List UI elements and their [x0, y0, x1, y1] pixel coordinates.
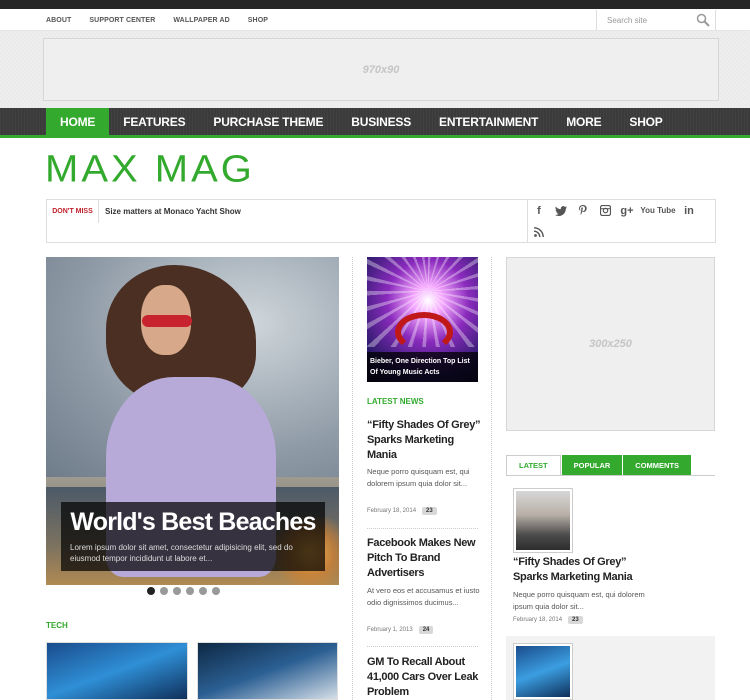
news-excerpt: At vero eos et accusamus et iusto odio d…: [367, 586, 480, 607]
featured-music-image[interactable]: Bieber, One Direction Top List Of Young …: [367, 257, 478, 382]
slider-excerpt: Lorem ipsum dolor sit amet, consectetur …: [70, 543, 293, 563]
tabs-underline: [506, 475, 715, 476]
section-label-latest-news[interactable]: LATEST NEWS: [367, 397, 424, 406]
nav-more[interactable]: MORE: [552, 108, 615, 135]
slider-caption[interactable]: World's Best Beaches Lorem ipsum dolor s…: [61, 502, 325, 571]
dont-miss-bar: DON'T MISS Size matters at Monaco Yacht …: [46, 199, 716, 243]
nav-purchase-theme[interactable]: PURCHASE THEME: [199, 108, 337, 135]
twitter-icon[interactable]: [550, 200, 572, 221]
slider-title[interactable]: World's Best Beaches: [61, 508, 325, 537]
top-links: ABOUT SUPPORT CENTER WALLPAPER AD SHOP: [46, 9, 286, 31]
dont-miss-headline[interactable]: Size matters at Monaco Yacht Show: [105, 207, 241, 216]
section-label-tech[interactable]: TECH: [46, 621, 68, 630]
slider-dot[interactable]: [160, 587, 168, 595]
dont-miss-label: DON'T MISS: [47, 200, 99, 223]
googleplus-icon[interactable]: g+: [616, 200, 638, 221]
sidebar-post-thumbnail[interactable]: [513, 488, 573, 553]
top-link-shop[interactable]: SHOP: [248, 17, 268, 24]
leaderboard-ad-label: 970x90: [362, 63, 400, 76]
top-strip: [0, 0, 750, 9]
tab-comments[interactable]: COMMENTS: [623, 455, 692, 475]
sidebar-post-excerpt: Neque porro quisquam est, qui dolorem ip…: [513, 590, 645, 611]
slider-pagination: [147, 587, 220, 595]
sidebar-tabs: LATEST POPULAR COMMENTS: [506, 455, 692, 475]
sidebar-ad[interactable]: 300x250: [506, 257, 715, 431]
comment-count-badge[interactable]: 23: [422, 507, 437, 515]
youtube-icon[interactable]: You Tube: [638, 200, 678, 221]
search-input[interactable]: [607, 15, 703, 25]
comment-count-badge[interactable]: 24: [418, 626, 434, 634]
news-separator: [367, 646, 478, 647]
tech-thumbnail[interactable]: [46, 642, 188, 700]
news-meta: February 1, 2013 24: [367, 626, 434, 634]
headphones-image: [395, 312, 453, 352]
top-link-about[interactable]: ABOUT: [46, 17, 71, 24]
sidebar-post-meta: February 18, 2014 23: [513, 616, 583, 624]
slider-dot[interactable]: [199, 587, 207, 595]
sidebar-ad-label: 300x250: [589, 338, 632, 350]
facebook-icon[interactable]: f: [528, 200, 550, 221]
news-date: February 1, 2013: [367, 627, 413, 633]
search-icon[interactable]: [696, 13, 710, 27]
linkedin-icon[interactable]: in: [678, 200, 700, 221]
tab-latest[interactable]: LATEST: [506, 455, 561, 475]
site-logo[interactable]: MAX MAG: [45, 148, 255, 191]
nav-shop[interactable]: SHOP: [615, 108, 676, 135]
news-title[interactable]: Facebook Makes New Pitch To Brand Advert…: [367, 536, 482, 581]
leaderboard-ad[interactable]: 970x90: [43, 38, 719, 101]
nav-entertainment[interactable]: ENTERTAINMENT: [425, 108, 552, 135]
social-icons: f g+ You Tube in: [527, 200, 715, 242]
news-separator: [367, 528, 478, 529]
news-title[interactable]: GM To Recall About 41,000 Cars Over Leak…: [367, 655, 482, 700]
sidebar-post-thumbnail[interactable]: [513, 643, 573, 700]
nav-business[interactable]: BUSINESS: [337, 108, 425, 135]
nav-accent-line: [0, 135, 750, 138]
search-box: [596, 10, 716, 30]
main-nav: HOME FEATURES PURCHASE THEME BUSINESS EN…: [46, 108, 677, 135]
column-divider: [352, 257, 353, 700]
top-links-bar: ABOUT SUPPORT CENTER WALLPAPER AD SHOP: [0, 9, 750, 31]
comment-count-badge[interactable]: 23: [568, 616, 583, 624]
news-title[interactable]: “Fifty Shades Of Grey” Sparks Marketing …: [367, 418, 482, 463]
top-link-support-center[interactable]: SUPPORT CENTER: [89, 17, 155, 24]
slider-dot[interactable]: [147, 587, 155, 595]
sidebar-post-title[interactable]: “Fifty Shades Of Grey” Sparks Marketing …: [513, 555, 653, 585]
slider-dot[interactable]: [173, 587, 181, 595]
nav-features[interactable]: FEATURES: [109, 108, 199, 135]
tab-popular[interactable]: POPULAR: [561, 455, 623, 475]
sidebar-post-date: February 18, 2014: [513, 617, 563, 623]
column-divider: [491, 257, 492, 700]
news-date: February 18, 2014: [367, 508, 417, 514]
news-meta: February 18, 2014 23: [367, 507, 437, 515]
rss-icon[interactable]: [528, 221, 550, 242]
feature-caption[interactable]: Bieber, One Direction Top List Of Young …: [370, 356, 475, 378]
slider-dot[interactable]: [186, 587, 194, 595]
nav-home[interactable]: HOME: [46, 108, 110, 135]
instagram-icon[interactable]: [594, 200, 616, 221]
news-excerpt: Neque porro quisquam est, qui dolorem ip…: [367, 467, 470, 488]
top-link-wallpaper-ad[interactable]: WALLPAPER AD: [173, 17, 229, 24]
slider-dot[interactable]: [212, 587, 220, 595]
pinterest-icon[interactable]: [572, 200, 594, 221]
tech-thumbnail[interactable]: [197, 642, 338, 700]
